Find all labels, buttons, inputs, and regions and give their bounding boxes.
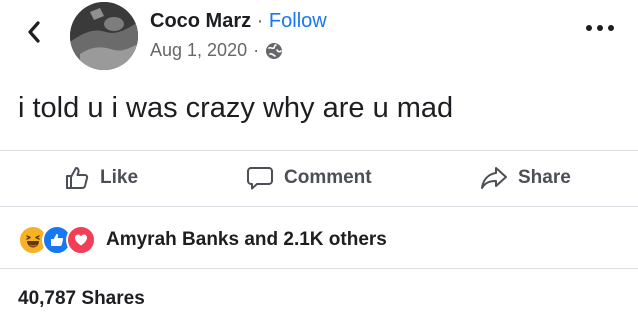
shares-count[interactable]: 40,787 Shares [18, 288, 145, 310]
post-date[interactable]: Aug 1, 2020 [150, 40, 247, 61]
action-bar: Like Comment Share [0, 158, 638, 198]
love-reaction-icon [66, 225, 96, 255]
comment-button[interactable]: Comment [246, 158, 372, 198]
share-button[interactable]: Share [480, 158, 571, 198]
reaction-icons [18, 225, 96, 255]
dot [586, 25, 592, 31]
like-label: Like [100, 167, 139, 188]
author-separator: · [256, 10, 264, 32]
author-line: Coco Marz · Follow [150, 10, 327, 33]
post-meta: Aug 1, 2020 · [150, 40, 283, 61]
divider-shares [0, 268, 638, 269]
divider-top [0, 150, 638, 151]
post-text: i told u i was crazy why are u mad [18, 92, 454, 124]
avatar[interactable] [70, 2, 138, 70]
globe-icon [265, 42, 283, 60]
dot [608, 25, 614, 31]
reactions-summary[interactable]: Amyrah Banks and 2.1K others [18, 225, 387, 255]
date-separator: · [253, 40, 260, 60]
share-arrow-icon [480, 165, 508, 191]
dot [597, 25, 603, 31]
author-name[interactable]: Coco Marz [150, 10, 251, 32]
back-chevron-icon[interactable] [22, 16, 46, 48]
like-button[interactable]: Like [64, 158, 138, 198]
reactions-summary-text: Amyrah Banks and 2.1K others [106, 229, 387, 250]
share-label: Share [518, 167, 571, 188]
thumbs-up-icon [64, 165, 90, 191]
comment-label: Comment [284, 167, 372, 188]
follow-button[interactable]: Follow [269, 10, 327, 32]
more-options-icon[interactable] [586, 22, 614, 34]
comment-icon [246, 165, 274, 191]
divider-bottom [0, 206, 638, 207]
